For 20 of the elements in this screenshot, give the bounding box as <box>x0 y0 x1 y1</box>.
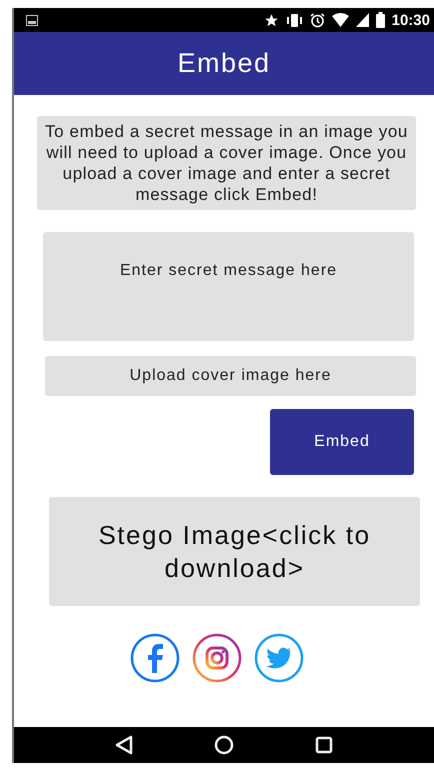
alarm-icon <box>310 12 325 28</box>
stego-image-download[interactable]: Stego Image<click to download> <box>49 497 420 606</box>
screen-title: Embed <box>177 48 271 79</box>
star-icon <box>264 12 279 28</box>
battery-icon <box>376 12 385 28</box>
circle-f-icon[interactable] <box>130 633 180 683</box>
message-field[interactable]: Enter secret message here <box>43 232 414 341</box>
wifi-icon <box>332 13 349 27</box>
home-icon[interactable] <box>214 735 234 755</box>
back-icon[interactable] <box>114 735 133 755</box>
instructions-text: To embed a secret message in an image you will need to upload a cover image. Once you upload a cover image and enter a secret message click Embed! <box>37 116 416 210</box>
clock-time: 10:30 <box>392 12 430 28</box>
vibrate-icon <box>286 12 303 28</box>
cover-image-field[interactable]: Upload cover image here <box>45 356 416 396</box>
bird-icon[interactable] <box>254 633 304 683</box>
camera-icon[interactable] <box>192 633 242 683</box>
signal-icon <box>356 13 369 27</box>
embed-button[interactable]: Embed <box>270 409 414 475</box>
recents-icon[interactable] <box>315 736 334 754</box>
image-icon <box>26 14 38 26</box>
